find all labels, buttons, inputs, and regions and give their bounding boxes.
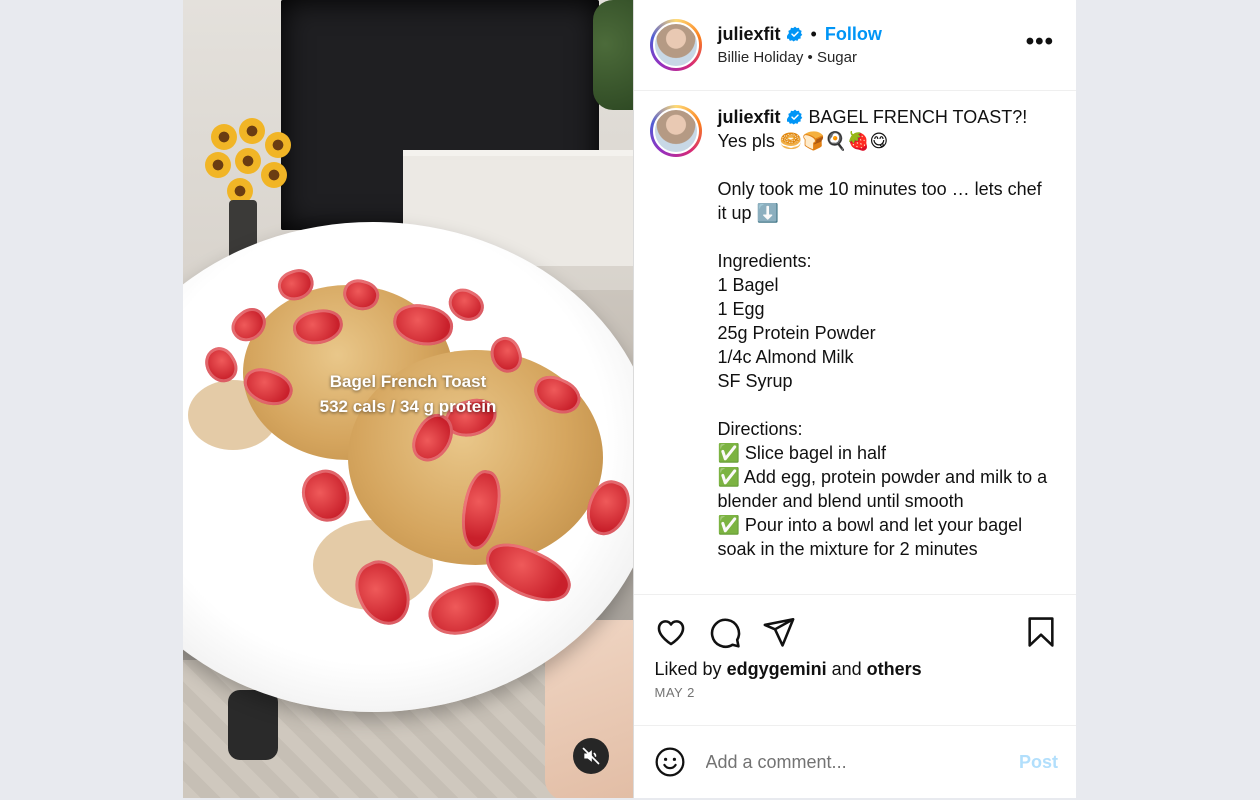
post-card: Bagel French Toast 532 cals / 34 g prote…	[183, 0, 1076, 798]
author-avatar[interactable]	[649, 18, 702, 71]
follow-button[interactable]: Follow	[825, 24, 882, 45]
more-options-button[interactable]: •••	[1026, 30, 1054, 54]
separator-dot: •	[810, 23, 817, 44]
caption-section: juliexfit BAGEL FRENCH TOAST?! Yes pls 🥯🍞…	[634, 91, 1077, 594]
comment-bar: Post	[633, 725, 1076, 798]
emoji-smiley-icon[interactable]	[654, 746, 686, 778]
liked-by-text: Liked by edgygemini and others	[655, 659, 922, 680]
caption-text: BAGEL FRENCH TOAST?! Yes pls 🥯🍞🍳🍓😋 Only …	[717, 106, 1048, 559]
post-video[interactable]: Bagel French Toast 532 cals / 34 g prote…	[183, 0, 633, 798]
video-overlay-title: Bagel French Toast	[329, 372, 487, 391]
caption-username[interactable]: juliexfit	[718, 107, 781, 127]
actions-section: Liked by edgygemini and others MAY 2	[633, 594, 1076, 725]
background-plant	[593, 0, 633, 110]
save-bookmark-icon[interactable]	[1024, 615, 1058, 649]
liked-by-conjunction: and	[831, 659, 862, 680]
post-comment-button[interactable]: Post	[1019, 752, 1058, 773]
liked-by-others-link[interactable]: others	[867, 659, 922, 679]
post-header: juliexfit • Follow Billie Holiday • Suga…	[633, 0, 1076, 91]
verified-badge-icon	[786, 27, 802, 42]
avatar-image	[652, 21, 699, 68]
avatar-image	[652, 107, 699, 154]
verified-badge-icon	[786, 109, 802, 125]
comment-bubble-icon[interactable]	[708, 615, 742, 649]
like-heart-icon[interactable]	[654, 615, 688, 649]
audio-track[interactable]: Billie Holiday • Sugar	[718, 49, 882, 66]
caption-avatar[interactable]	[649, 104, 702, 157]
speaker-muted-icon	[582, 747, 600, 765]
share-paper-plane-icon[interactable]	[762, 615, 796, 649]
mute-button[interactable]	[573, 738, 609, 774]
caption-text-block: juliexfit BAGEL FRENCH TOAST?! Yes pls 🥯🍞…	[718, 105, 1048, 594]
post-date[interactable]: MAY 2	[655, 685, 695, 700]
author-username[interactable]: juliexfit	[718, 24, 781, 45]
comment-input[interactable]	[703, 750, 1019, 774]
video-overlay-subtitle: 532 cals / 34 g protein	[319, 397, 497, 416]
liked-by-prefix: Liked by	[654, 659, 722, 680]
shoe	[228, 690, 278, 760]
post-side-panel: juliexfit • Follow Billie Holiday • Suga…	[632, 0, 1077, 798]
liked-by-user-link[interactable]: edgygemini	[727, 659, 827, 679]
